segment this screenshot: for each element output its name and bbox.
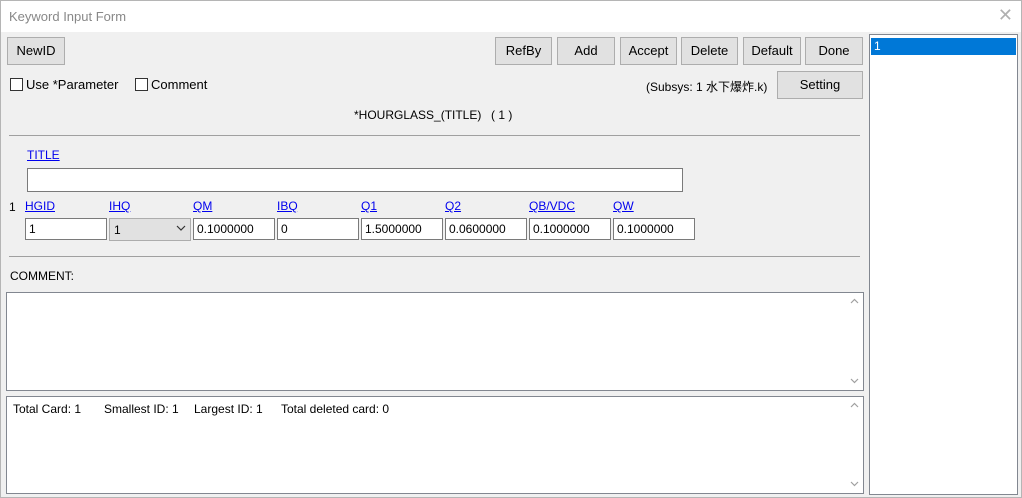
ibq-label[interactable]: IBQ — [277, 199, 298, 213]
total-card-text: Total Card: 1 — [13, 402, 82, 416]
keyword-name: *HOURGLASS_(TITLE) — [354, 108, 482, 122]
newid-button[interactable]: NewID — [7, 37, 65, 65]
divider — [9, 135, 860, 136]
keyword-count: ( 1 ) — [491, 108, 513, 122]
ihq-select-value: 1 — [114, 223, 121, 237]
qw-input[interactable]: 0.1000000 — [613, 218, 695, 240]
card-row-number: 1 — [9, 200, 16, 214]
total-deleted-text: Total deleted card: 0 — [281, 402, 390, 416]
qm-label[interactable]: QM — [193, 199, 212, 213]
comment-textarea[interactable] — [6, 292, 864, 391]
ihq-select[interactable]: 1 — [109, 218, 191, 241]
use-parameter-checkbox[interactable]: Use *Parameter — [10, 77, 118, 92]
qb-vdc-label[interactable]: QB/VDC — [529, 199, 575, 213]
divider — [9, 256, 860, 257]
qw-label[interactable]: QW — [613, 199, 634, 213]
checkbox-box[interactable] — [135, 78, 148, 91]
use-parameter-label: Use *Parameter — [26, 77, 119, 92]
title-bar: Keyword Input Form ✕ — [1, 1, 1021, 32]
status-scrollbar[interactable] — [846, 397, 863, 493]
q1-input[interactable]: 1.5000000 — [361, 218, 443, 240]
comment-scrollbar[interactable] — [846, 293, 863, 390]
delete-button[interactable]: Delete — [681, 37, 738, 65]
window-title: Keyword Input Form — [9, 9, 127, 24]
checkbox-box[interactable] — [10, 78, 23, 91]
ihq-label[interactable]: IHQ — [109, 199, 130, 213]
q1-label[interactable]: Q1 — [361, 199, 377, 213]
scroll-down-icon[interactable] — [846, 373, 863, 390]
refby-button[interactable]: RefBy — [495, 37, 552, 65]
qb-vdc-input[interactable]: 0.1000000 — [529, 218, 611, 240]
qm-input[interactable]: 0.1000000 — [193, 218, 275, 240]
smallest-id-text: Smallest ID: 1 — [104, 402, 179, 416]
close-icon[interactable]: ✕ — [998, 6, 1013, 24]
list-item[interactable]: 1 — [871, 38, 1016, 55]
title-input[interactable] — [27, 168, 683, 192]
q2-label[interactable]: Q2 — [445, 199, 461, 213]
status-area: Total Card: 1 Smallest ID: 1 Largest ID:… — [6, 396, 864, 494]
title-field-label[interactable]: TITLE — [27, 148, 60, 162]
largest-id-text: Largest ID: 1 — [194, 402, 263, 416]
chevron-down-icon — [176, 222, 186, 237]
comment-label: Comment — [151, 77, 208, 92]
done-button[interactable]: Done — [805, 37, 863, 65]
setting-button[interactable]: Setting — [777, 71, 863, 99]
subsys-label: (Subsys: 1 水下爆炸.k) — [646, 80, 768, 94]
q2-input[interactable]: 0.0600000 — [445, 218, 527, 240]
hgid-label[interactable]: HGID — [25, 199, 55, 213]
add-button[interactable]: Add — [557, 37, 615, 65]
keyword-input-form-window: Keyword Input Form ✕ NewID RefBy Add Acc… — [0, 0, 1022, 498]
accept-button[interactable]: Accept — [620, 37, 677, 65]
scroll-up-icon[interactable] — [846, 397, 863, 414]
comment-section-label: COMMENT: — [10, 269, 74, 283]
comment-checkbox[interactable]: Comment — [135, 77, 207, 92]
default-button[interactable]: Default — [743, 37, 801, 65]
ibq-input[interactable]: 0 — [277, 218, 359, 240]
scroll-up-icon[interactable] — [846, 293, 863, 310]
hgid-input[interactable]: 1 — [25, 218, 107, 240]
id-listbox[interactable]: 1 — [869, 34, 1018, 495]
scroll-down-icon[interactable] — [846, 476, 863, 493]
